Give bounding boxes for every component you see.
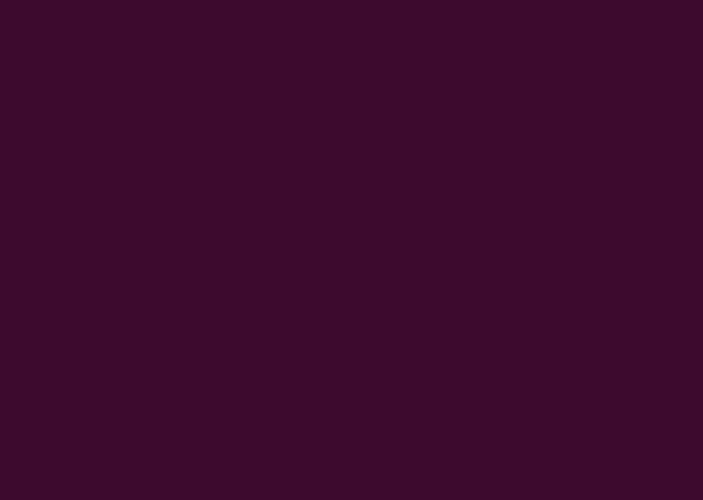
nvidia-smi-output: [0, 68, 703, 80]
